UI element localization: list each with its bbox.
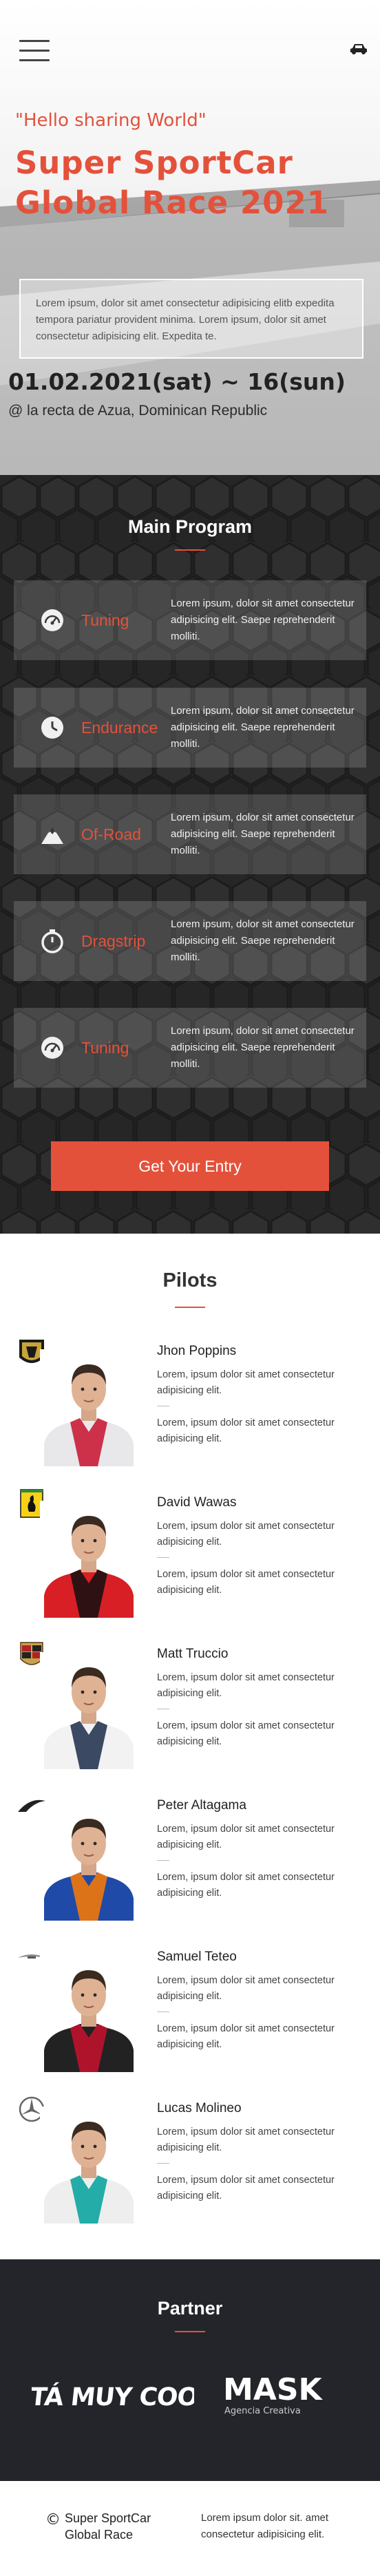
title-underline [175,549,205,551]
pilot-photo [40,1501,138,1618]
program-item-tuning[interactable]: Tuning Lorem ipsum, dolor sit amet conse… [14,580,366,660]
pilot-description: Lorem, ipsum dolor sit amet consectetur … [157,1975,335,2002]
pilot-name: David Wawas [157,1495,237,1510]
footer-brand: Super SportCar Global Race [65,2511,151,2542]
pilot-card-matt-truccio: Matt Truccio Lorem, ipsum dolor sit amet… [0,1640,380,1777]
program-item-label: Tuning [81,611,129,629]
program-item-text: Lorem ipsum, dolor sit amet consectetur … [171,705,355,750]
pilot-description: Lorem, ipsum dolor sit amet consectetur … [157,2126,335,2153]
footer-text: Lorem ipsum dolor sit. amet consectetur … [201,2512,329,2540]
program-item-tuning-2[interactable]: Tuning Lorem ipsum, dolor sit amet conse… [14,1008,366,1088]
gauge-icon [41,609,63,631]
clock-icon [41,717,63,739]
program-item-of-road[interactable]: Of-Road Lorem ipsum, dolor sit amet cons… [14,794,366,874]
pilot-card-peter-altagama: Peter Altagama Lorem, ipsum dolor sit am… [0,1791,380,1929]
pilot-description-secondary: Lorem, ipsum dolor sit amet consectetur … [157,2023,335,2050]
program-item-label: Dragstrip [81,932,146,950]
pilot-photo [40,1349,138,1466]
pilot-card-samuel-teteo: Samuel Teteo Lorem, ipsum dolor sit amet… [0,1943,380,2080]
pilot-photo [40,1804,138,1921]
program-title: Main Program [127,516,253,537]
main-program-section: Main Program Tuning Lorem ipsum, dolor s… [0,475,380,1234]
program-item-dragstrip[interactable]: Dragstrip Lorem ipsum, dolor sit amet co… [14,901,366,981]
esta-muy-cool-logo-text: ESTÁ MUY COOL! [32,2383,194,2411]
pilot-description-secondary: Lorem, ipsum dolor sit amet consectetur … [157,2175,335,2202]
pilot-separator [157,1557,169,1558]
mask-agencia-logo[interactable]: MASK Agencia Creativa [222,2369,325,2418]
footer: © Super SportCar Global Race Lorem ipsum… [0,2481,380,2569]
pilot-description: Lorem, ipsum dolor sit amet consectetur … [157,1521,335,1548]
pilot-photo [40,1955,138,2072]
title-underline [175,1307,205,1308]
pilot-description: Lorem, ipsum dolor sit amet consectetur … [157,1369,335,1396]
gauge-icon [41,1037,63,1059]
mask-logo-text: MASK [223,2372,324,2407]
esta-muy-cool-logo[interactable]: ESTÁ MUY COOL! [32,2369,194,2419]
mountain-icon [41,826,63,844]
pilot-description-secondary: Lorem, ipsum dolor sit amet consectetur … [157,1569,335,1596]
hero-title: Super SportCar Global Race 2021 [15,145,330,221]
program-item-text: Lorem ipsum, dolor sit amet consectetur … [171,1025,355,1070]
mask-logo-subtitle: Agencia Creativa [224,2406,301,2416]
hero-section: "Hello sharing World" Super SportCar Glo… [0,0,380,475]
pilot-name: Lucas Molineo [157,2101,242,2115]
pilot-description: Lorem, ipsum dolor sit amet consectetur … [157,1672,335,1699]
program-item-label: Tuning [81,1039,129,1057]
program-item-text: Lorem ipsum, dolor sit amet consectetur … [171,598,355,642]
pilot-name: Jhon Poppins [157,1344,237,1358]
pilots-section: Pilots Jhon Poppins Lorem, ipsum dolor s… [0,1234,380,2259]
hero-quote: "Hello sharing World" [15,110,207,131]
event-location: @ la recta de Azua, Dominican Republic [8,403,268,419]
pilot-name: Peter Altagama [157,1798,246,1813]
hero-description: Lorem ipsum, dolor sit amet consectetur … [36,297,335,342]
copyright-icon: © [45,2511,61,2529]
title-underline [175,2331,205,2332]
pilot-description-secondary: Lorem, ipsum dolor sit amet consectetur … [157,1417,335,1444]
program-item-text: Lorem ipsum, dolor sit amet consectetur … [171,918,355,963]
event-date: 01.02.2021(sat) ~ 16(sun) [8,368,346,395]
pilot-card-lucas-molineo: Lucas Molineo Lorem, ipsum dolor sit ame… [0,2094,380,2232]
hamburger-menu-icon[interactable] [19,40,50,62]
program-item-text: Lorem ipsum, dolor sit amet consectetur … [171,812,355,856]
pilot-description-secondary: Lorem, ipsum dolor sit amet consectetur … [157,1720,335,1747]
hero-description-box: Lorem ipsum, dolor sit amet consectetur … [19,279,363,359]
stopwatch-icon [41,929,63,953]
pilot-name: Matt Truccio [157,1647,229,1661]
pilots-title: Pilots [162,1269,218,1291]
program-item-endurance[interactable]: Endurance Lorem ipsum, dolor sit amet co… [14,688,366,768]
pilot-card-david-wawas: David Wawas Lorem, ipsum dolor sit amet … [0,1488,380,1626]
pilot-separator [157,2163,169,2164]
program-item-label: Endurance [81,719,158,737]
top-header [0,0,380,103]
pilot-description: Lorem, ipsum dolor sit amet consectetur … [157,1824,335,1850]
car-icon[interactable] [350,43,368,55]
partner-section: Partner ESTÁ MUY COOL! MASK Agencia Crea… [0,2259,380,2481]
pilot-photo [40,1652,138,1769]
pilot-description-secondary: Lorem, ipsum dolor sit amet consectetur … [157,1872,335,1899]
pilot-photo [40,2107,138,2224]
partner-title: Partner [157,2298,223,2319]
pilot-card-jhon-poppins: Jhon Poppins Lorem, ipsum dolor sit amet… [0,1337,380,1475]
pilot-name: Samuel Teteo [157,1950,237,1964]
program-item-label: Of-Road [81,825,141,843]
pilot-separator [157,1860,169,1861]
get-your-entry-button[interactable]: Get Your Entry [51,1141,329,1191]
